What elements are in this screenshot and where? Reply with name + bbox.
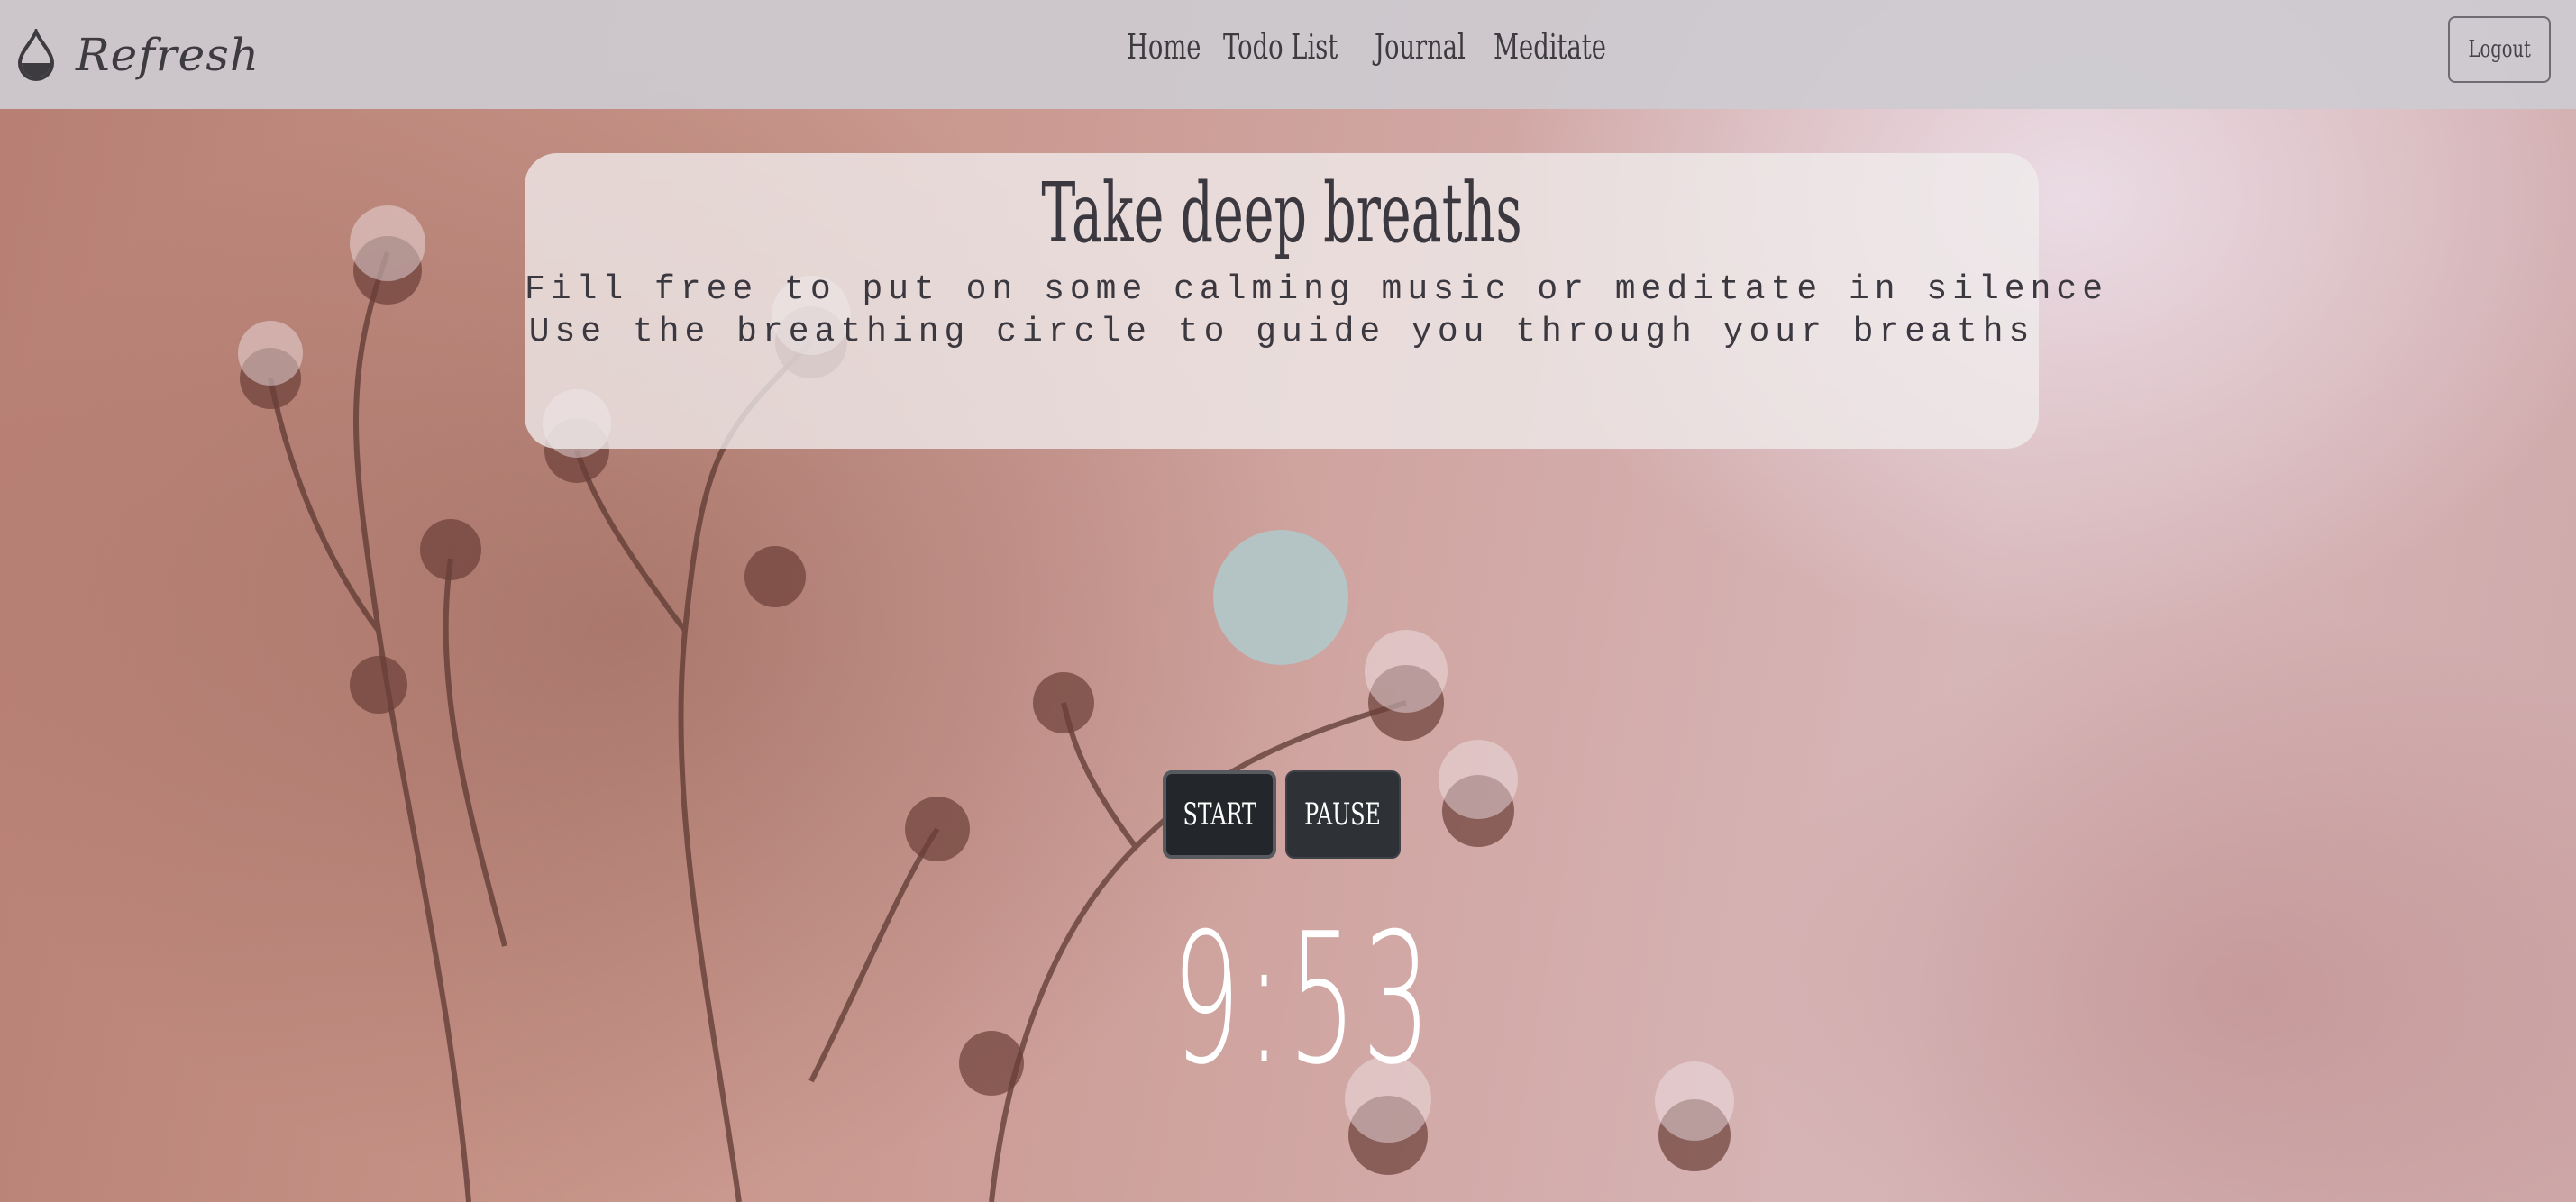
brand-name: Refresh — [76, 29, 260, 81]
timer-controls: START PAUSE — [1163, 770, 1401, 859]
breathing-circle — [1213, 530, 1348, 665]
logout-button[interactable]: Logout — [2448, 16, 2551, 83]
pause-button[interactable]: PAUSE — [1285, 770, 1401, 859]
description-line-1: Fill free to put on some calming music o… — [525, 269, 2109, 309]
page-title: Take deep breaths — [1041, 165, 1522, 261]
meditation-info-card: Take deep breaths Fill free to put on so… — [525, 153, 2109, 449]
nav-link-home[interactable]: Home — [1127, 27, 1201, 67]
start-label: START — [1183, 797, 1256, 833]
logout-label: Logout — [2468, 36, 2531, 63]
nav-link-meditate[interactable]: Meditate — [1494, 27, 1606, 67]
brand[interactable]: Refresh — [16, 23, 260, 87]
pause-label: PAUSE — [1304, 797, 1382, 833]
description-line-2: Use the breathing circle to guide you th… — [528, 312, 2035, 351]
water-drop-icon — [16, 29, 56, 81]
countdown-timer: 9:53 — [1172, 895, 1437, 1105]
card-description: Fill free to put on some calming music o… — [525, 269, 2109, 353]
nav-link-todo-list[interactable]: Todo List — [1223, 27, 1338, 67]
start-button[interactable]: START — [1163, 770, 1276, 859]
nav-link-journal[interactable]: Journal — [1375, 27, 1466, 67]
main-nav: Home Todo List Journal Meditate — [1127, 27, 1614, 67]
navbar: Refresh Home Todo List Journal Meditate … — [0, 0, 2576, 109]
